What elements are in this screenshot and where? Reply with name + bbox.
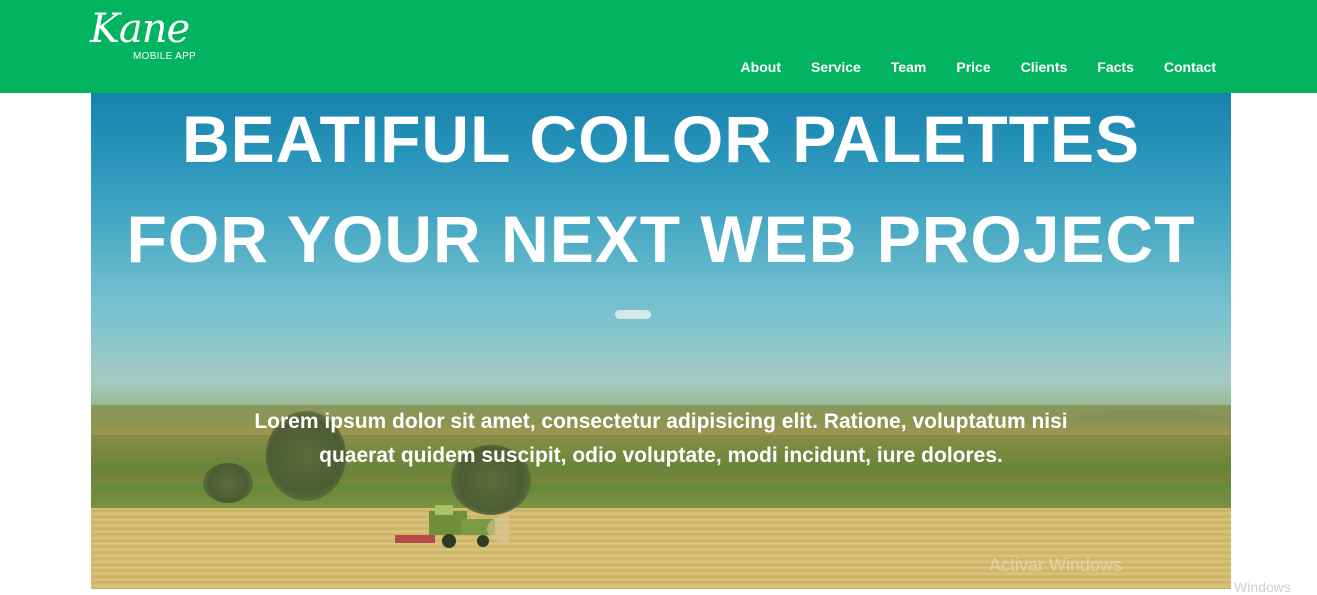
hero-description: Lorem ipsum dolor sit amet, consectetur … (254, 410, 1068, 467)
brand-name: Kane (90, 6, 190, 52)
cloud-decoration (615, 310, 651, 319)
nav-team[interactable]: Team (891, 58, 927, 76)
hero-title-line1: BEATIFUL COLOR PALETTES (182, 102, 1140, 176)
brand-tagline: MOBILE APP (133, 51, 197, 62)
wheat-field (91, 508, 1231, 589)
hero-banner: BEATIFUL COLOR PALETTES FOR YOUR NEXT WE… (91, 93, 1231, 589)
activation-watermark: Activar Windows (989, 555, 1123, 575)
brand-logo[interactable]: Kane MOBILE APP (90, 6, 220, 66)
main-nav: About Service Team Price Clients Facts C… (711, 58, 1216, 76)
hero-title-line2: FOR YOUR NEXT WEB PROJECT (126, 202, 1196, 276)
field-band (91, 483, 1231, 508)
nav-service[interactable]: Service (811, 58, 861, 76)
nav-clients[interactable]: Clients (1021, 58, 1068, 76)
navbar: Kane MOBILE APP About Service Team Price… (0, 0, 1317, 93)
hero-title: BEATIFUL COLOR PALETTES FOR YOUR NEXT WE… (91, 93, 1231, 289)
nav-price[interactable]: Price (956, 58, 990, 76)
nav-contact[interactable]: Contact (1164, 58, 1216, 76)
activation-watermark-secondary: Windows (1234, 579, 1291, 595)
nav-about[interactable]: About (741, 58, 781, 76)
harvester-image (395, 505, 509, 548)
nav-facts[interactable]: Facts (1097, 58, 1134, 76)
